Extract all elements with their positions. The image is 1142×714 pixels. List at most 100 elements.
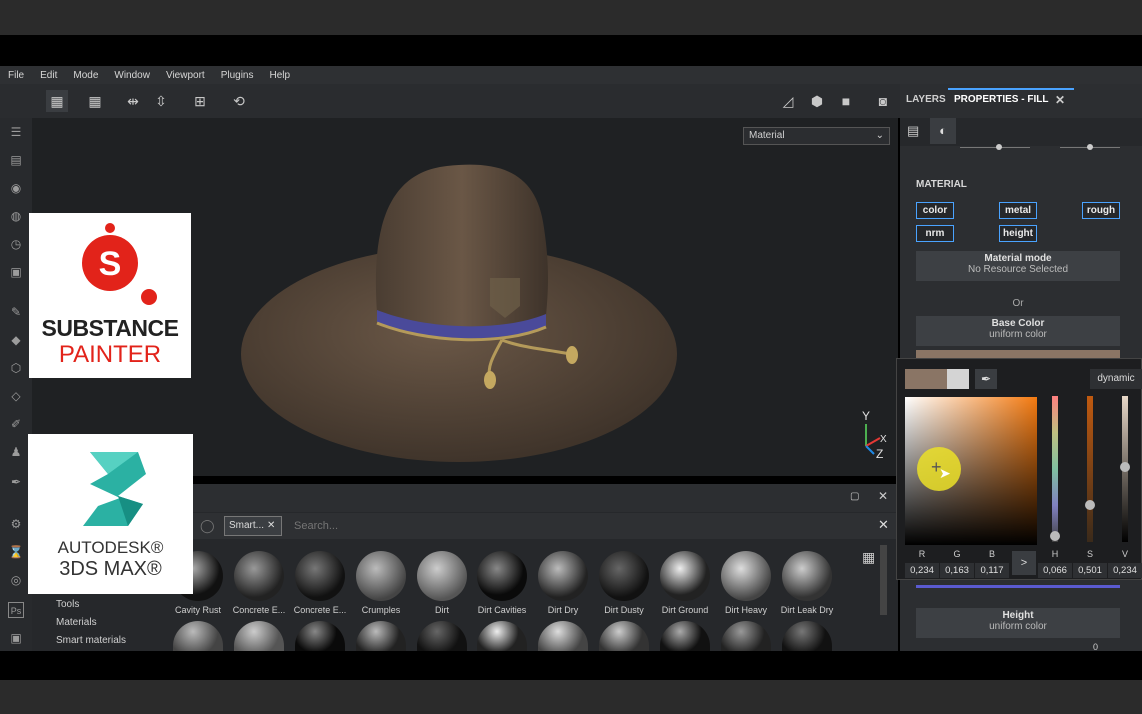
brush-icon[interactable]: ✎	[8, 304, 24, 320]
tree-item-materials[interactable]: Materials	[32, 614, 160, 632]
tree-item-tools[interactable]: Tools	[32, 596, 160, 614]
menu-plugins[interactable]: Plugins	[213, 70, 262, 81]
height-button[interactable]: Height uniform color	[916, 608, 1120, 638]
camera-frame-icon[interactable]: ◿	[779, 92, 797, 110]
channel-nrm[interactable]: nrm	[916, 225, 954, 242]
bake-icon[interactable]: ◎	[8, 572, 24, 588]
previous-color-swatch[interactable]	[947, 369, 969, 389]
axis-x-label: X	[880, 434, 887, 445]
s-value[interactable]: 0,501	[1073, 563, 1107, 578]
material-ball-icon[interactable]: ◐	[930, 118, 956, 144]
document-icon[interactable]: ▣	[8, 264, 24, 280]
clear-search-icon[interactable]: ✕	[878, 517, 889, 533]
clone-icon[interactable]: ♟	[8, 444, 24, 460]
grid-dropdown-icon[interactable]: ▦	[86, 92, 104, 110]
grid-icon[interactable]: ▦	[46, 90, 68, 112]
grid-view-icon[interactable]: ▦	[862, 549, 875, 566]
menu-viewport[interactable]: Viewport	[158, 70, 213, 81]
g-label: G	[953, 549, 961, 559]
tree-item-smart-materials[interactable]: Smart materials	[32, 632, 160, 650]
maximize-icon[interactable]: ▢	[850, 491, 859, 502]
close-icon[interactable]: ✕	[878, 489, 888, 503]
video-camera-icon[interactable]: ■	[837, 92, 855, 110]
r-value[interactable]: 0,234	[905, 563, 939, 578]
menu-help[interactable]: Help	[262, 70, 299, 81]
menu-mode[interactable]: Mode	[65, 70, 106, 81]
channel-color[interactable]: color	[916, 202, 954, 219]
slider-track[interactable]	[960, 147, 1030, 148]
hue-handle[interactable]	[1050, 531, 1060, 541]
polygon-fill-icon[interactable]: ◇	[8, 388, 24, 404]
cube-icon[interactable]: ⬢	[808, 92, 826, 110]
channel-metal[interactable]: metal	[999, 202, 1037, 219]
menu-file[interactable]: File	[0, 70, 32, 81]
slider-handle[interactable]	[1087, 144, 1093, 150]
s-label: S	[1086, 549, 1093, 559]
shelf-tab-smart[interactable]: Smart... ✕	[224, 516, 282, 536]
material-thumbnail[interactable]	[660, 551, 710, 601]
eraser-icon[interactable]: ◆	[8, 332, 24, 348]
material-mode-button[interactable]: Material mode No Resource Selected	[916, 251, 1120, 281]
mirror-x-icon[interactable]: ⇹	[124, 92, 142, 110]
smudge-icon[interactable]: ✐	[8, 416, 24, 432]
value-handle[interactable]	[1120, 462, 1130, 472]
channel-rough[interactable]: rough	[1082, 202, 1120, 219]
clock-icon[interactable]: ◷	[8, 236, 24, 252]
layers-icon[interactable]: ☰	[8, 124, 24, 140]
h-value[interactable]: 0,066	[1038, 563, 1072, 578]
dynamic-label[interactable]: dynamic	[1090, 369, 1142, 389]
saturation-handle[interactable]	[1085, 500, 1095, 510]
v-value[interactable]: 0,234	[1108, 563, 1142, 578]
axis-z-label: Z	[876, 447, 883, 461]
history-icon[interactable]: ⟲	[230, 92, 248, 110]
channel-height[interactable]: height	[999, 225, 1037, 242]
circle-icon[interactable]: ◯	[200, 518, 215, 534]
toggle-mode-button[interactable]: >	[1012, 551, 1036, 575]
eyedropper-icon[interactable]: ✒	[975, 369, 997, 389]
globe-icon[interactable]: ◍	[8, 208, 24, 224]
projection-icon[interactable]: ⬡	[8, 360, 24, 376]
mirror-y-icon[interactable]: ⇳	[152, 92, 170, 110]
texture-set-icon[interactable]: ▤	[8, 152, 24, 168]
shelf-search-input[interactable]	[288, 516, 878, 536]
menu-window[interactable]: Window	[106, 70, 158, 81]
tab-properties-fill[interactable]: PROPERTIES - FILL	[954, 94, 1048, 105]
tab-layers[interactable]: LAYERS	[906, 94, 946, 105]
settings-icon[interactable]: ▤	[907, 123, 919, 139]
mouse-pointer-icon: ➤	[939, 465, 951, 481]
hue-slider[interactable]	[1052, 396, 1058, 542]
material-thumbnail-label: Concrete E...	[293, 605, 347, 615]
saturation-slider[interactable]	[1087, 396, 1093, 542]
b-value[interactable]: 0,117	[975, 563, 1009, 578]
close-icon[interactable]: ✕	[267, 517, 275, 535]
picker-icon[interactable]: ✒	[8, 474, 24, 490]
material-select[interactable]: Material ⌄	[743, 127, 890, 145]
material-thumbnail[interactable]	[356, 551, 406, 601]
g-value[interactable]: 0,163	[940, 563, 974, 578]
material-thumbnail[interactable]	[599, 551, 649, 601]
close-icon[interactable]: ✕	[1055, 93, 1065, 107]
height-number: 0	[1093, 642, 1099, 652]
material-thumbnail[interactable]	[782, 551, 832, 601]
material-thumbnail-label: Dirt Heavy	[724, 605, 767, 615]
material-thumbnail[interactable]	[538, 551, 588, 601]
base-color-button[interactable]: Base Color uniform color	[916, 316, 1120, 346]
settings-icon[interactable]: ⚙	[8, 516, 24, 532]
material-thumbnail[interactable]	[417, 551, 467, 601]
material-mode-value: No Resource Selected	[967, 264, 1069, 275]
material-thumbnail[interactable]	[295, 551, 345, 601]
shelf-scrollbar[interactable]	[880, 545, 887, 615]
hourglass-icon[interactable]: ⌛	[8, 544, 24, 560]
material-thumbnail-label: Dirt Cavities	[477, 605, 527, 615]
export-icon[interactable]: ▣	[8, 630, 24, 646]
slider-handle[interactable]	[996, 144, 1002, 150]
screenshot-icon[interactable]: ◙	[874, 92, 892, 110]
material-thumbnail[interactable]	[721, 551, 771, 601]
menu-bar: File Edit Mode Window Viewport Plugins H…	[0, 66, 1142, 84]
material-thumbnail[interactable]	[234, 551, 284, 601]
display-icon[interactable]: ◉	[8, 180, 24, 196]
add-icon[interactable]: ⊞	[191, 92, 209, 110]
material-thumbnail[interactable]	[477, 551, 527, 601]
photoshop-icon[interactable]: Ps	[8, 602, 24, 618]
menu-edit[interactable]: Edit	[32, 70, 65, 81]
